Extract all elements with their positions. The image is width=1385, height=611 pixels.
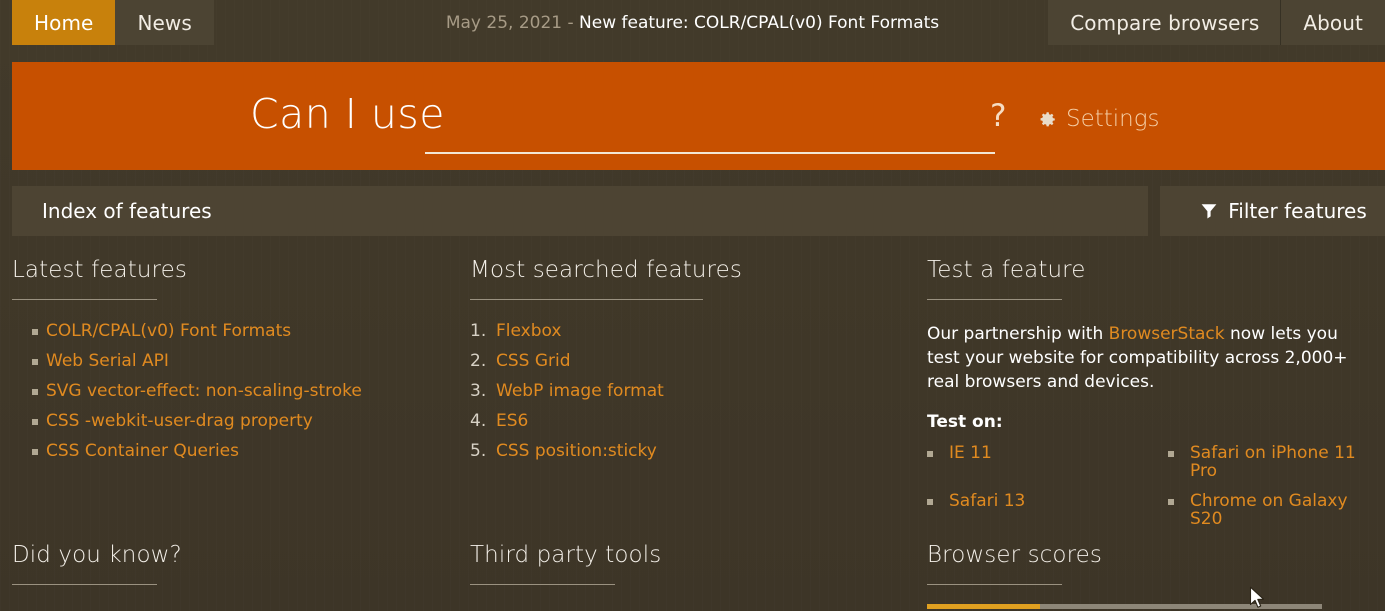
- settings-label: Settings: [1066, 106, 1160, 132]
- index-of-features-label: Index of features: [42, 199, 212, 223]
- section-test-a-feature: Test a feature Our partnership with Brow…: [927, 257, 1375, 528]
- gear-icon: [1038, 110, 1057, 129]
- section-divider: [12, 299, 157, 301]
- list-item: Chrome on Galaxy S20: [1168, 492, 1375, 528]
- most-searched-list: Flexbox CSS Grid WebP image format ES6 C…: [470, 322, 910, 460]
- settings-button[interactable]: Settings: [1038, 106, 1160, 132]
- most-searched-link[interactable]: CSS Grid: [496, 351, 571, 371]
- section-did-you-know: Did you know?: [12, 542, 452, 586]
- filter-features-label: Filter features: [1228, 199, 1367, 223]
- latest-feature-link[interactable]: CSS Container Queries: [46, 441, 239, 461]
- list-item: SVG vector-effect: non-scaling-stroke: [12, 382, 452, 400]
- latest-feature-link[interactable]: SVG vector-effect: non-scaling-stroke: [46, 381, 362, 401]
- list-item: WebP image format: [470, 382, 910, 400]
- list-item: IE 11: [927, 444, 1168, 480]
- browserstack-link[interactable]: BrowserStack: [1109, 324, 1225, 344]
- filter-features-button[interactable]: Filter features: [1160, 186, 1385, 236]
- question-mark-icon[interactable]: ?: [990, 98, 1006, 134]
- test-on-label: Test on:: [927, 412, 1003, 433]
- most-searched-link[interactable]: WebP image format: [496, 381, 664, 401]
- section-divider: [470, 584, 615, 586]
- news-separator: -: [567, 12, 574, 33]
- top-navigation-bar: Home News May 25, 2021 - New feature: CO…: [0, 0, 1385, 45]
- nav-right-group: Compare browsers About: [1048, 0, 1385, 45]
- list-item: ES6: [470, 412, 910, 430]
- nav-tab-compare-browsers[interactable]: Compare browsers: [1048, 0, 1282, 45]
- index-of-features-bar[interactable]: Index of features: [12, 186, 1148, 236]
- third-party-tools-title: Third party tools: [470, 542, 662, 568]
- search-field-wrapper: [425, 114, 995, 154]
- section-latest-features: Latest features COLR/CPAL(v0) Font Forma…: [12, 257, 452, 472]
- list-item: COLR/CPAL(v0) Font Formats: [12, 322, 452, 340]
- section-divider: [470, 299, 703, 301]
- list-item: CSS Container Queries: [12, 442, 452, 460]
- test-target-link[interactable]: Chrome on Galaxy S20: [1190, 491, 1348, 529]
- latest-features-title: Latest features: [12, 257, 187, 283]
- test-target-link[interactable]: IE 11: [949, 443, 992, 463]
- most-searched-title: Most searched features: [470, 257, 742, 283]
- list-item: Safari on iPhone 11 Pro: [1168, 444, 1375, 480]
- browserstack-paragraph: Our partnership with BrowserStack now le…: [927, 322, 1367, 394]
- latest-feature-link[interactable]: COLR/CPAL(v0) Font Formats: [46, 321, 291, 341]
- browser-score-progress-track: [927, 604, 1322, 609]
- test-a-feature-title: Test a feature: [927, 257, 1086, 283]
- nav-tab-home[interactable]: Home: [12, 0, 116, 45]
- list-item: Safari 13: [927, 492, 1168, 528]
- test-target-link[interactable]: Safari on iPhone 11 Pro: [1190, 443, 1356, 481]
- browser-score-progress-fill: [927, 604, 1040, 609]
- most-searched-link[interactable]: CSS position:sticky: [496, 441, 657, 461]
- paragraph-text-before: Our partnership with: [927, 324, 1109, 345]
- site-logo[interactable]: Can I use: [250, 90, 445, 138]
- list-item: CSS position:sticky: [470, 442, 910, 460]
- search-input[interactable]: [425, 114, 995, 154]
- latest-feature-link[interactable]: Web Serial API: [46, 351, 169, 371]
- funnel-icon: [1201, 203, 1217, 219]
- most-searched-link[interactable]: ES6: [496, 411, 528, 431]
- browser-scores-title: Browser scores: [927, 542, 1102, 568]
- section-divider: [12, 584, 157, 586]
- section-divider: [927, 584, 1062, 586]
- caniuse-homepage: Home News May 25, 2021 - New feature: CO…: [0, 0, 1385, 611]
- news-date: May 25, 2021: [445, 12, 563, 33]
- site-header: Can I use ? Settings: [12, 62, 1385, 170]
- test-targets-grid: IE 11 Safari on iPhone 11 Pro Safari 13 …: [927, 444, 1375, 528]
- nav-tab-compare-browsers-label: Compare browsers: [1070, 10, 1260, 35]
- nav-tab-news-label: News: [137, 10, 192, 35]
- nav-tab-about-label: About: [1303, 10, 1363, 35]
- list-item: Flexbox: [470, 322, 910, 340]
- nav-left-group: Home News: [12, 0, 214, 45]
- did-you-know-title: Did you know?: [12, 542, 182, 568]
- section-divider: [927, 299, 1062, 301]
- nav-tab-home-label: Home: [34, 10, 94, 35]
- list-item: CSS Grid: [470, 352, 910, 370]
- test-target-link[interactable]: Safari 13: [949, 491, 1025, 511]
- nav-tab-about[interactable]: About: [1281, 0, 1385, 45]
- nav-tab-news[interactable]: News: [115, 0, 214, 45]
- most-searched-link[interactable]: Flexbox: [496, 321, 561, 341]
- list-item: Web Serial API: [12, 352, 452, 370]
- section-browser-scores: Browser scores: [927, 542, 1375, 586]
- latest-feature-link[interactable]: CSS -webkit-user-drag property: [46, 411, 313, 431]
- section-most-searched-features: Most searched features Flexbox CSS Grid …: [470, 257, 910, 472]
- section-third-party-tools: Third party tools: [470, 542, 910, 586]
- list-item: CSS -webkit-user-drag property: [12, 412, 452, 430]
- news-headline-link[interactable]: New feature: COLR/CPAL(v0) Font Formats: [579, 13, 939, 33]
- latest-features-list: COLR/CPAL(v0) Font Formats Web Serial AP…: [12, 322, 452, 460]
